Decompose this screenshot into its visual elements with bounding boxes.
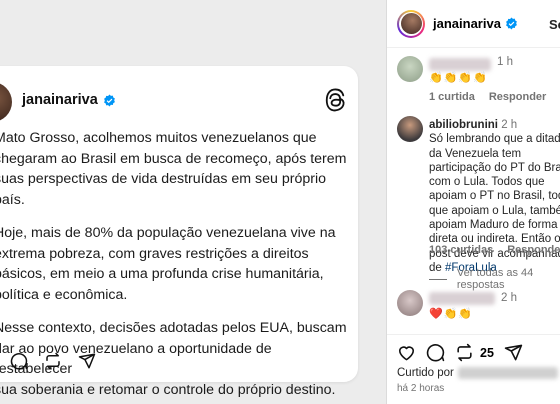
verified-badge-icon: [506, 17, 517, 30]
liked-by-label: Curtido por: [397, 367, 454, 379]
comment-meta: 1 curtida Responder: [429, 91, 546, 103]
replies-divider: [429, 278, 447, 280]
blurred-liker-names: [457, 367, 558, 379]
instagram-post-panel: janainariva Seguir 1 h 👏👏👏👏 1 curtida Re…: [386, 0, 560, 404]
comment-time: 1 h: [497, 56, 513, 68]
repost-icon[interactable]: [44, 352, 62, 370]
comment-emojis: ❤️👏👏: [429, 308, 474, 320]
header-name-row: janainariva: [433, 16, 518, 31]
post-paragraph-1: Mato Grosso, acolhemos muitos venezuelan…: [0, 130, 347, 208]
commenter-avatar[interactable]: [397, 56, 423, 82]
commenter-avatar[interactable]: [397, 116, 423, 142]
threads-logo-icon: [325, 88, 345, 112]
header-avatar[interactable]: [397, 9, 425, 38]
share-icon[interactable]: [504, 343, 523, 362]
post-footer: 25 Curtido por há 2 horas: [387, 334, 560, 404]
blurred-username: [429, 292, 495, 305]
comment-emojis: 👏👏👏👏: [429, 72, 488, 84]
share-icon[interactable]: [78, 352, 96, 370]
follow-button[interactable]: Seguir: [549, 17, 560, 32]
comment-meta: 103 curtidas Responder: [429, 244, 560, 256]
post-paragraph-2: Hoje, mais de 80% da população venezuela…: [0, 225, 336, 303]
verified-badge-icon: [103, 94, 115, 106]
comment-icon[interactable]: [10, 352, 28, 370]
view-replies-label: Ver todas as 44 respostas: [456, 267, 534, 291]
author-username[interactable]: janainariva: [22, 92, 98, 108]
liked-by-row[interactable]: Curtido por: [397, 367, 558, 379]
view-replies-button[interactable]: Ver todas as 44 respostas: [429, 267, 560, 291]
header-username[interactable]: janainariva: [433, 16, 501, 31]
post-actions: [10, 352, 96, 370]
repost-icon[interactable]: [455, 343, 474, 362]
comment-time: 2 h: [501, 292, 517, 304]
reply-button[interactable]: Responder: [507, 244, 560, 256]
post-action-bar: 25: [397, 343, 523, 362]
reply-button[interactable]: Responder: [489, 91, 546, 103]
comment-likes[interactable]: 1 curtida: [429, 91, 475, 103]
author-avatar[interactable]: [0, 82, 12, 122]
blurred-username: [429, 58, 491, 71]
commenter-avatar[interactable]: [397, 290, 423, 316]
threads-post-card: janainariva Mato Grosso, acolhemos muito…: [0, 66, 358, 398]
comment-icon[interactable]: [426, 343, 445, 362]
comment-username[interactable]: abiliobrunini: [429, 119, 498, 131]
author-name-row: janainariva: [22, 92, 116, 108]
repost-count: 25: [480, 345, 494, 360]
post-time: há 2 horas: [397, 383, 445, 394]
threads-screenshot-pane: janainariva Mato Grosso, acolhemos muito…: [0, 0, 386, 404]
comment-likes[interactable]: 103 curtidas: [429, 244, 493, 256]
post-header: janainariva Seguir: [387, 0, 560, 48]
comment-time: 2 h: [501, 119, 518, 131]
like-heart-icon[interactable]: [397, 343, 416, 362]
